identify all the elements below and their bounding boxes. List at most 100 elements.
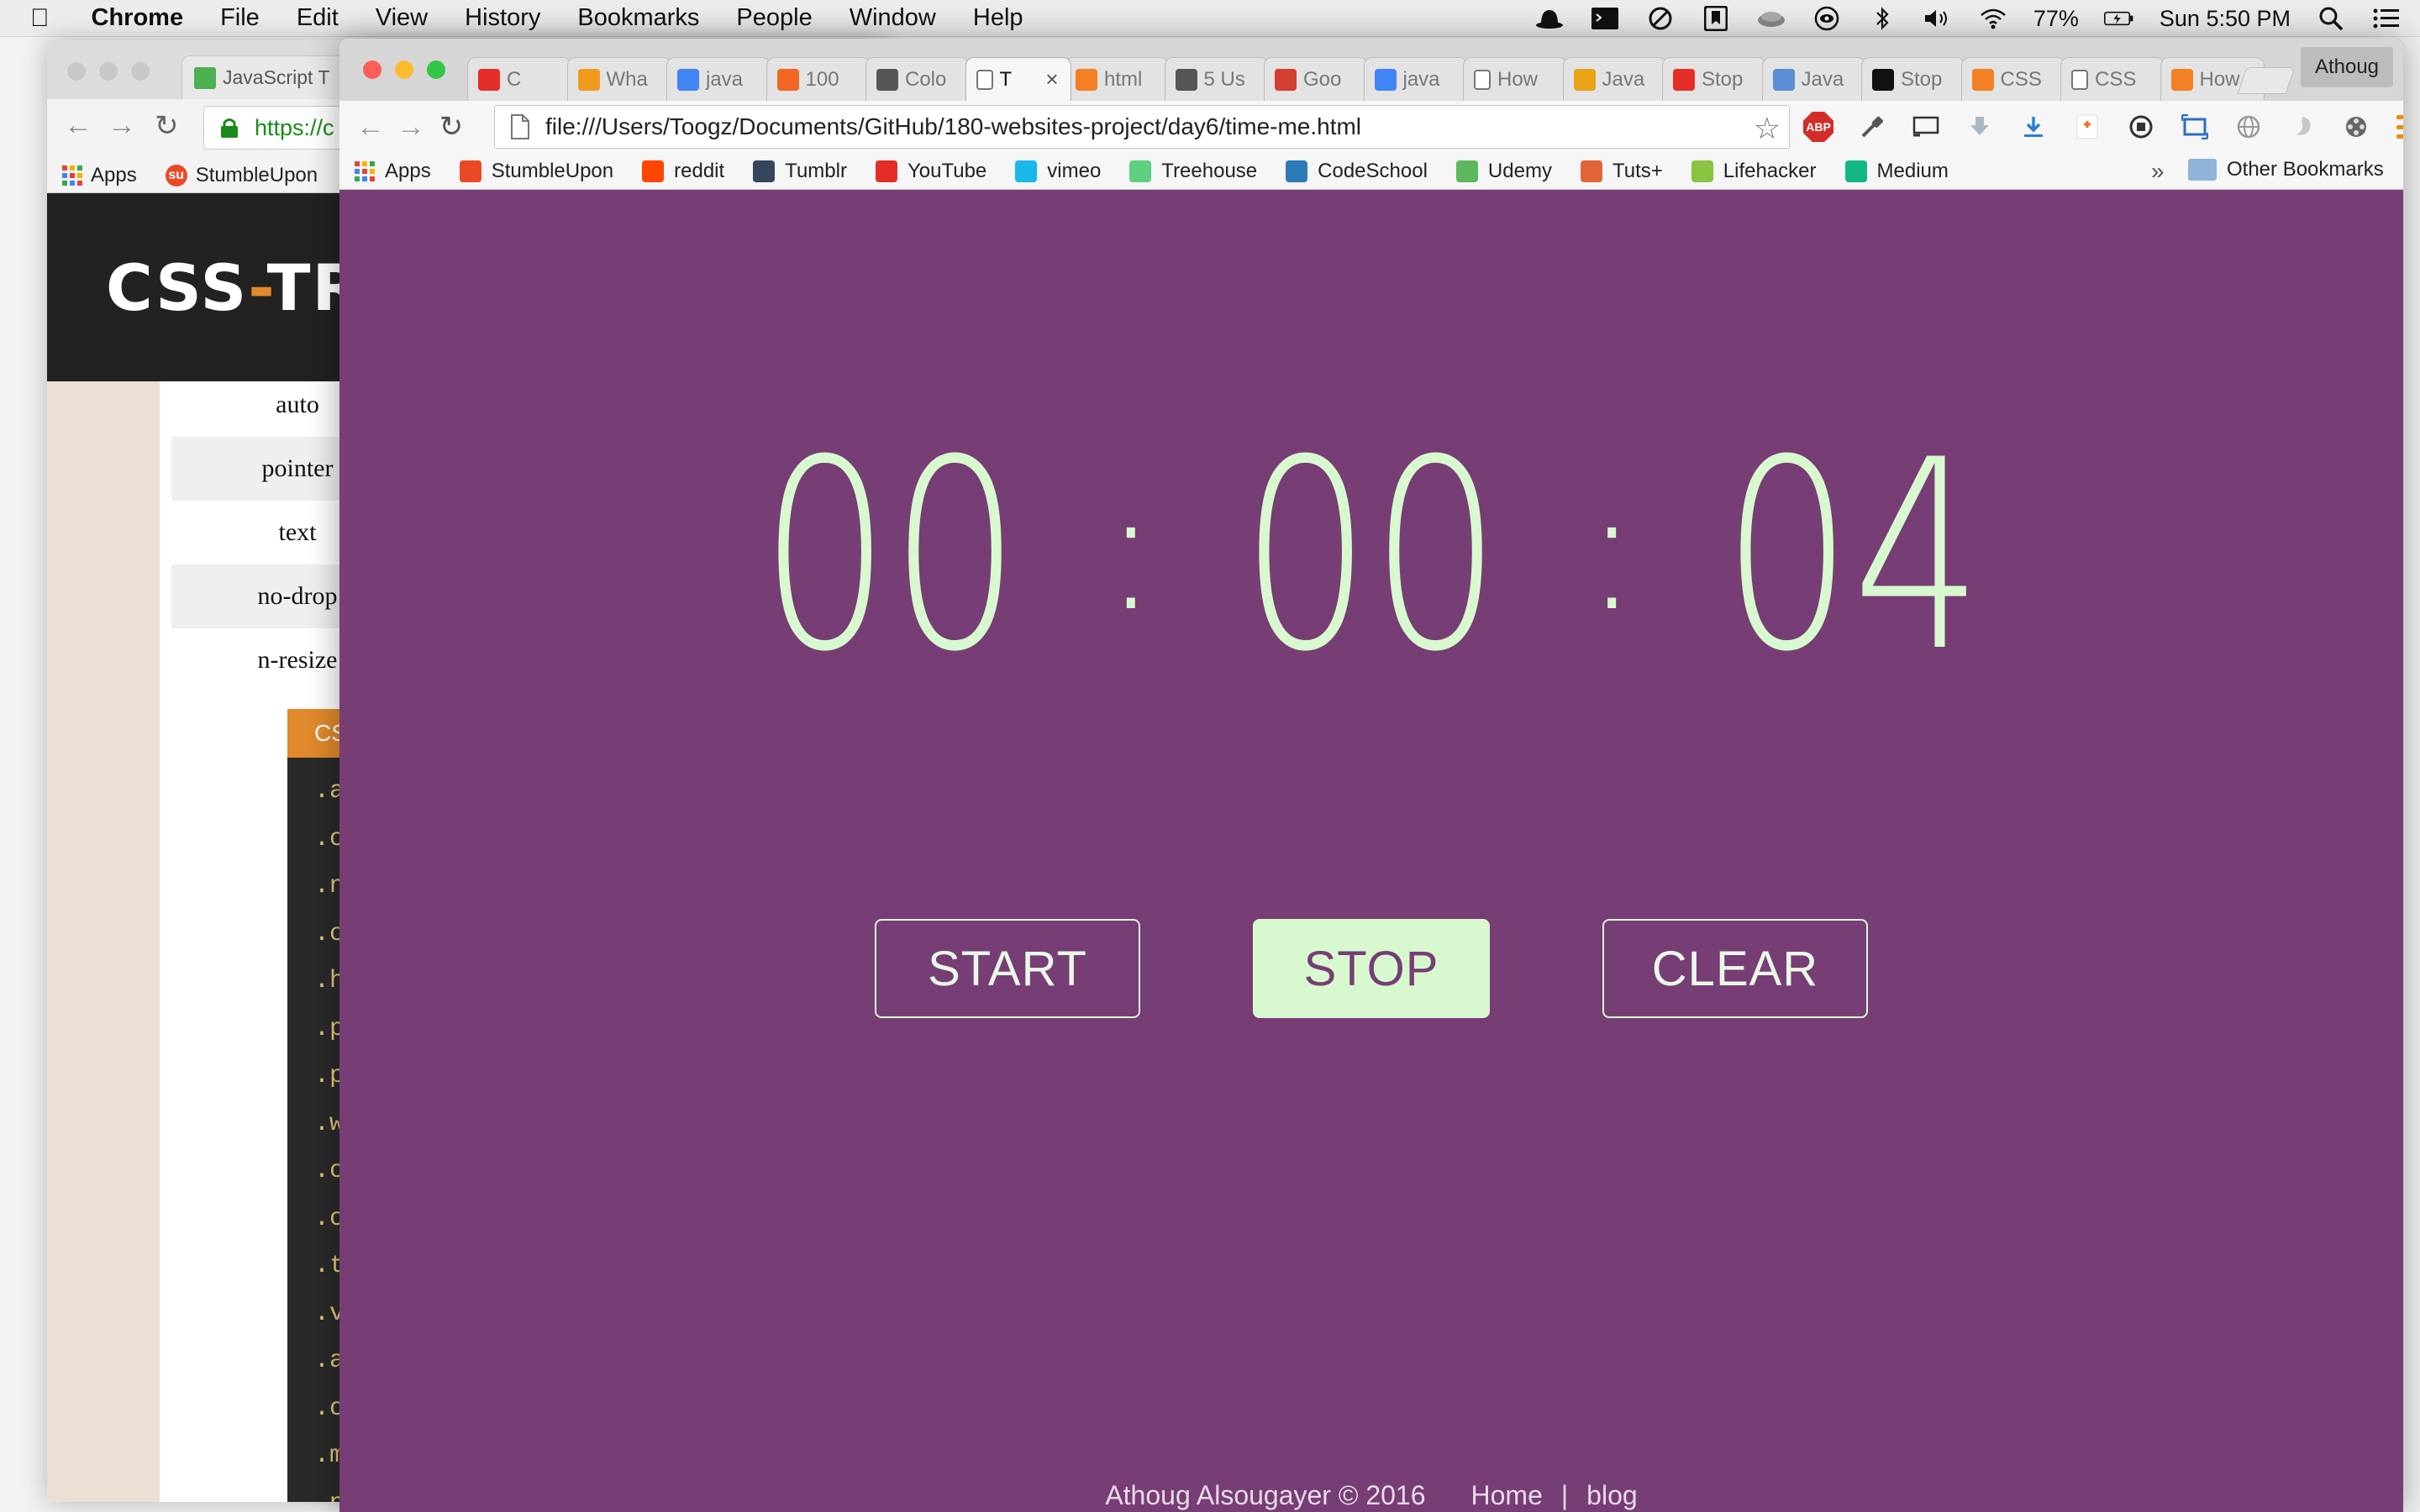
- window-zoom-button-inactive[interactable]: [131, 62, 150, 81]
- close-tab-icon[interactable]: ×: [1045, 66, 1058, 92]
- bookmark-item[interactable]: YouTube: [875, 160, 986, 183]
- footer-separator: |: [1560, 1480, 1569, 1510]
- background-bookmarks-bar: Apps su StumbleUpon: [47, 158, 318, 193]
- bookmark-item[interactable]: Apps: [355, 160, 431, 183]
- browser-tab[interactable]: 100: [765, 57, 871, 101]
- page-icon: [2071, 69, 2088, 90]
- start-button[interactable]: START: [875, 919, 1140, 1018]
- bookmark-item[interactable]: Tuts+: [1580, 160, 1663, 183]
- bookmark-item[interactable]: vimeo: [1015, 160, 1101, 183]
- menu-edit[interactable]: Edit: [297, 4, 339, 32]
- browser-tab[interactable]: T ×: [965, 57, 1071, 101]
- window-zoom-button[interactable]: [427, 60, 445, 79]
- wifi-icon[interactable]: [1978, 3, 2008, 34]
- bookmark-star-icon[interactable]: ☆: [1754, 111, 1781, 146]
- bookmark-item[interactable]: Udemy: [1455, 160, 1552, 183]
- chrome-menu-icon[interactable]: [2395, 112, 2403, 142]
- notification-center-icon[interactable]: [2371, 3, 2402, 34]
- menu-view[interactable]: View: [376, 4, 428, 32]
- browser-tab[interactable]: CSS: [2060, 57, 2165, 101]
- clear-button[interactable]: CLEAR: [1602, 919, 1868, 1018]
- bookmark-item[interactable]: Tumblr: [753, 160, 847, 183]
- bookmark-app-icon[interactable]: [1701, 3, 1731, 34]
- adblock-plus-icon[interactable]: ABP: [1803, 112, 1833, 142]
- address-bar[interactable]: file:///Users/Toogz/Documents/GitHub/180…: [494, 105, 1790, 149]
- reload-icon[interactable]: ↻: [434, 109, 469, 144]
- bookmark-item[interactable]: Treehouse: [1129, 160, 1257, 183]
- apple-icon[interactable]: : [30, 4, 50, 33]
- download-arrow-icon[interactable]: [1965, 112, 1995, 142]
- bookmarks-overflow-chevron[interactable]: »: [2151, 158, 2165, 185]
- menu-window[interactable]: Window: [850, 4, 936, 32]
- window-close-button[interactable]: [363, 60, 381, 79]
- stop-button[interactable]: STOP: [1253, 919, 1490, 1018]
- window-minimize-button-inactive[interactable]: [99, 62, 118, 81]
- back-arrow-icon[interactable]: ←: [353, 109, 388, 144]
- bookmark-item[interactable]: CodeSchool: [1286, 160, 1428, 183]
- globe-icon[interactable]: [2233, 112, 2264, 142]
- bookmark-item[interactable]: StumbleUpon: [459, 160, 613, 183]
- film-reel-icon[interactable]: [2341, 112, 2371, 142]
- menu-bar-clock[interactable]: Sun 5:50 PM: [2160, 6, 2291, 32]
- bookmark-item[interactable]: reddit: [642, 160, 724, 183]
- footer-home-link[interactable]: Home: [1471, 1480, 1543, 1511]
- rss-badge-icon[interactable]: [2072, 112, 2102, 142]
- swirl-extension-icon[interactable]: [2287, 112, 2317, 142]
- record-icon[interactable]: [2126, 112, 2156, 142]
- terminal-icon[interactable]: [1590, 3, 1620, 34]
- cloud-drive-icon[interactable]: [1756, 3, 1786, 34]
- browser-tab[interactable]: Java: [1761, 57, 1866, 101]
- footer-blog-link[interactable]: blog: [1586, 1480, 1638, 1511]
- menu-file[interactable]: File: [220, 4, 260, 32]
- browser-tab[interactable]: C: [467, 57, 571, 101]
- cast-icon[interactable]: [1911, 112, 1941, 142]
- eye-icon[interactable]: [1812, 3, 1842, 34]
- menu-bookmarks[interactable]: Bookmarks: [577, 4, 699, 32]
- profile-button[interactable]: Athoug: [2301, 47, 2393, 87]
- bookmark-label: StumbleUpon: [195, 164, 318, 186]
- browser-tab[interactable]: Wha: [566, 57, 671, 101]
- browser-tab[interactable]: java: [1363, 57, 1468, 101]
- browser-tab[interactable]: Stop: [1662, 57, 1766, 101]
- download-manager-icon[interactable]: [2018, 112, 2049, 142]
- window-close-button-inactive[interactable]: [67, 62, 86, 81]
- bookmark-item[interactable]: Lifehacker: [1691, 160, 1817, 183]
- window-minimize-button[interactable]: [395, 60, 413, 79]
- menu-app-chrome[interactable]: Chrome: [92, 4, 184, 32]
- menu-help[interactable]: Help: [973, 4, 1023, 32]
- browser-tab[interactable]: How: [1463, 57, 1567, 101]
- browser-tab[interactable]: Colo: [865, 57, 970, 101]
- eyedropper-icon[interactable]: [1857, 112, 1887, 142]
- browser-tab[interactable]: 5 Us: [1164, 57, 1269, 101]
- cloud-icon: [1772, 68, 1795, 91]
- bowler-hat-icon[interactable]: [1534, 3, 1565, 34]
- css-tricks-logo[interactable]: CSS-TR: [106, 250, 363, 325]
- browser-tab[interactable]: html: [1065, 57, 1169, 101]
- background-bookmark-stumbleupon[interactable]: su StumbleUpon: [165, 164, 318, 187]
- screenshot-frame-icon[interactable]: [2180, 112, 2210, 142]
- other-bookmarks-folder[interactable]: Other Bookmarks: [2188, 158, 2384, 181]
- volume-icon[interactable]: [1923, 3, 1953, 34]
- browser-tab[interactable]: Goo: [1264, 57, 1368, 101]
- reload-icon[interactable]: ↻: [155, 109, 179, 143]
- menu-people[interactable]: People: [736, 4, 812, 32]
- back-arrow-icon[interactable]: ←: [64, 109, 92, 142]
- bluetooth-icon[interactable]: [1867, 3, 1897, 34]
- bookmark-item[interactable]: Medium: [1844, 160, 1949, 183]
- menu-history[interactable]: History: [465, 4, 540, 32]
- stopwatch-controls: START STOP CLEAR: [339, 919, 2403, 1018]
- forward-arrow-icon[interactable]: →: [108, 109, 136, 142]
- browser-tab[interactable]: CSS: [1960, 57, 2065, 101]
- browser-tab[interactable]: Java: [1562, 57, 1667, 101]
- tab-title: Stop: [1702, 67, 1744, 91]
- browser-tab[interactable]: Stop: [1861, 57, 1965, 101]
- asterisk-icon: [577, 68, 600, 91]
- no-entry-icon[interactable]: [1645, 3, 1676, 34]
- spotlight-search-icon[interactable]: [2316, 3, 2346, 34]
- new-tab-button[interactable]: [2237, 67, 2296, 94]
- page-icon: [976, 69, 993, 90]
- battery-charging-icon[interactable]: [2103, 3, 2134, 34]
- background-bookmark-apps[interactable]: Apps: [62, 164, 137, 187]
- browser-tab[interactable]: java: [666, 57, 771, 101]
- forward-arrow-icon[interactable]: →: [393, 109, 429, 144]
